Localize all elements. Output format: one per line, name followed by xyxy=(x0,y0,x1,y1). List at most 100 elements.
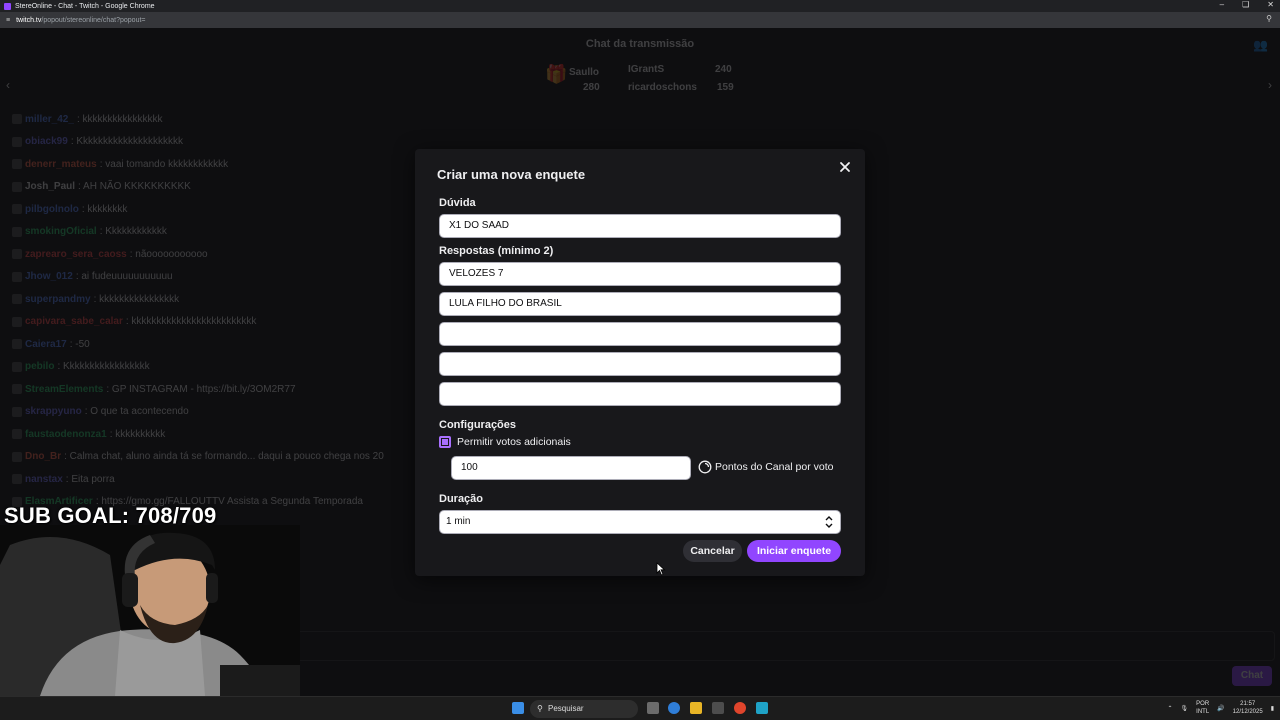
user-badge-icon xyxy=(12,136,22,147)
chat-message: Caiera17: -50 xyxy=(12,333,432,356)
taskbar-search-placeholder: Pesquisar xyxy=(548,704,584,713)
chat-message-text: : vaai tomando kkkkkkkkkkkk xyxy=(99,158,229,170)
chat-message: capivara_sabe_calar: kkkkkkkkkkkkkkkkkkk… xyxy=(12,311,432,334)
file-explorer-icon[interactable] xyxy=(690,702,702,714)
chat-username[interactable]: superpandmy xyxy=(25,294,91,305)
task-view-icon[interactable] xyxy=(647,702,659,714)
maximize-button[interactable]: ❑ xyxy=(1242,0,1249,9)
site-info-icon[interactable]: ≡ xyxy=(6,17,10,24)
chat-username[interactable]: StreamElements xyxy=(25,384,103,395)
user-badge-icon xyxy=(12,339,22,350)
copilot-icon[interactable] xyxy=(668,702,680,714)
chat-username[interactable]: skrappyuno xyxy=(25,406,82,417)
user-badge-icon xyxy=(12,384,22,395)
chat-message: smokingOficial: Kkkkkkkkkkkk xyxy=(12,221,432,244)
chat-username[interactable]: Caiera17 xyxy=(25,339,67,350)
user-badge-icon xyxy=(12,114,22,125)
chat-message-text: : Kkkkkkkkkkkkkkkkk xyxy=(57,361,150,373)
search-icon: ⚲ xyxy=(537,704,543,713)
close-window-button[interactable]: ✕ xyxy=(1267,0,1274,9)
chat-message-text: : AH NÃO KKKKKKKKKK xyxy=(78,181,191,193)
clock[interactable]: 21:57 12/12/2025 xyxy=(1233,700,1263,716)
answer-input-5[interactable] xyxy=(439,382,841,406)
user-badge-icon xyxy=(12,294,22,305)
duration-select[interactable]: 1 min xyxy=(439,510,841,534)
chat-username[interactable]: Jhow_012 xyxy=(25,271,73,282)
minimize-button[interactable]: – xyxy=(1220,0,1224,9)
settings-label: Configurações xyxy=(439,419,517,431)
cancel-button[interactable]: Cancelar xyxy=(683,540,742,562)
chrome-icon[interactable] xyxy=(734,702,746,714)
question-input[interactable]: X1 DO SAAD xyxy=(439,214,841,238)
answer-input-4[interactable] xyxy=(439,352,841,376)
chat-username[interactable]: pebilo xyxy=(25,361,54,372)
chevron-left-icon[interactable]: ‹ xyxy=(6,78,10,92)
tray-chevron-icon[interactable]: ⌃ xyxy=(1168,705,1173,712)
start-menu-icon[interactable] xyxy=(512,702,524,714)
leaderboard-name: IGrantS xyxy=(628,64,665,75)
chat-message: pilbgolnolo: kkkkkkkk xyxy=(12,198,432,221)
system-tray: ⌃ 🎙 POR INTL 🔊 21:57 12/12/2025 ▮ xyxy=(1168,700,1275,716)
chat-username[interactable]: obiack99 xyxy=(25,136,68,147)
chat-message-text: : kkkkkkkkkkkkkkkk xyxy=(76,113,163,125)
chat-message: denerr_mateus: vaai tomando kkkkkkkkkkkk xyxy=(12,153,432,176)
extra-votes-label[interactable]: Permitir votos adicionais xyxy=(457,436,571,448)
chat-message: pebilo: Kkkkkkkkkkkkkkkkk xyxy=(12,356,432,379)
chat-message: faustaodenonza1: kkkkkkkkkk xyxy=(12,423,432,446)
chat-message: superpandmy: kkkkkkkkkkkkkkkk xyxy=(12,288,432,311)
chat-username[interactable]: Dno_Br xyxy=(25,451,61,462)
duration-value: 1 min xyxy=(446,516,471,527)
channel-points-icon xyxy=(698,460,712,474)
answer-input-1[interactable]: VELOZES 7 xyxy=(439,262,841,286)
user-badge-icon xyxy=(12,204,22,215)
chat-message: Josh_Paul: AH NÃO KKKKKKKKKK xyxy=(12,176,432,199)
zoom-icon[interactable]: ⚲ xyxy=(1266,14,1272,23)
chat-message-text: : ai fudeuuuuuuuuuuu xyxy=(75,271,173,283)
twitch-favicon-icon xyxy=(4,2,11,10)
leaderboard-count: 159 xyxy=(717,82,734,93)
chat-message: obiack99: Kkkkkkkkkkkkkkkkkkkkk xyxy=(12,131,432,154)
notifications-icon[interactable]: ▮ xyxy=(1271,705,1274,712)
user-badge-icon xyxy=(12,271,22,282)
chat-username[interactable]: miller_42_ xyxy=(25,114,74,125)
app-icon[interactable] xyxy=(756,702,768,714)
webcam-figure xyxy=(0,525,300,696)
points-per-vote-label: Pontos do Canal por voto xyxy=(715,461,834,473)
chat-username[interactable]: denerr_mateus xyxy=(25,159,97,170)
microphone-icon[interactable]: 🎙 xyxy=(1181,705,1189,712)
chat-username[interactable]: capivara_sabe_calar xyxy=(25,316,123,327)
chat-message-text: : Kkkkkkkkkkkk xyxy=(99,226,167,238)
chat-username[interactable]: pilbgolnolo xyxy=(25,204,79,215)
gift-icon: 🎁 xyxy=(545,64,568,84)
window-controls: – ❑ ✕ xyxy=(1220,0,1274,9)
chat-username[interactable]: nanstax xyxy=(25,474,63,485)
chat-username[interactable]: Josh_Paul xyxy=(25,181,75,192)
language-indicator[interactable]: POR INTL xyxy=(1196,700,1209,716)
volume-icon[interactable]: 🔊 xyxy=(1217,705,1224,712)
webcam-overlay xyxy=(0,525,300,696)
windows-taskbar: ⚲ Pesquisar ⌃ 🎙 POR INTL 🔊 21:57 12/12/2… xyxy=(0,696,1280,720)
chevron-right-icon[interactable]: › xyxy=(1268,78,1272,92)
taskbar-search[interactable]: ⚲ Pesquisar xyxy=(530,700,638,718)
start-poll-button[interactable]: Iniciar enquete xyxy=(747,540,841,562)
answer-input-3[interactable] xyxy=(439,322,841,346)
leaderboard-count: 280 xyxy=(583,82,600,93)
chat-send-button[interactable]: Chat xyxy=(1232,666,1272,686)
address-bar[interactable]: ≡ twitch.tv /popout/stereonline/chat?pop… xyxy=(0,12,1280,28)
leaderboard-name: Saullo xyxy=(569,67,600,78)
language-bottom: INTL xyxy=(1196,709,1210,715)
close-icon[interactable] xyxy=(837,159,853,175)
store-icon[interactable] xyxy=(712,702,724,714)
answer-input-2[interactable]: LULA FILHO DO BRASIL xyxy=(439,292,841,316)
dialog-title: Criar uma nova enquete xyxy=(437,167,586,182)
extra-votes-checkbox[interactable] xyxy=(439,436,451,448)
chat-username[interactable]: zaprearo_sera_caoss xyxy=(25,249,127,260)
users-icon[interactable]: 👥 xyxy=(1253,38,1268,52)
window-title-bar: StereOnline - Chat - Twitch - Google Chr… xyxy=(0,0,1280,12)
chat-message-text: : Eita porra xyxy=(65,473,115,485)
chat-username[interactable]: smokingOficial xyxy=(25,226,97,237)
chat-username[interactable]: faustaodenonza1 xyxy=(25,429,107,440)
points-per-vote-input[interactable]: 100 xyxy=(451,456,691,480)
chat-message-text: : kkkkkkkkkkkkkkkkkkkkkkkkk xyxy=(125,316,257,328)
user-badge-icon xyxy=(12,474,22,485)
